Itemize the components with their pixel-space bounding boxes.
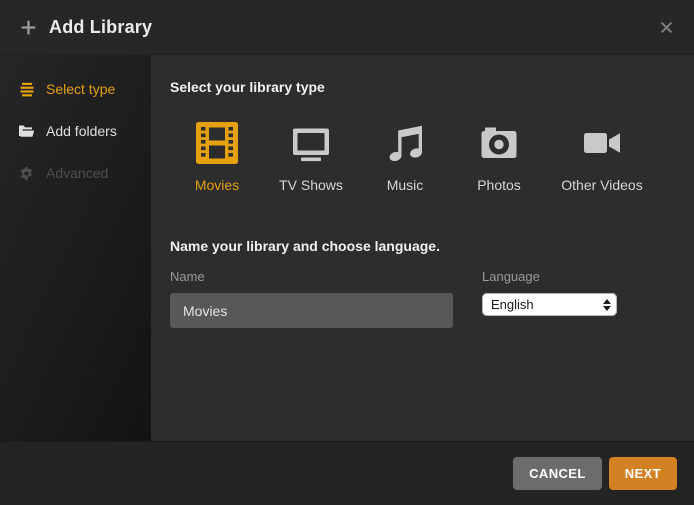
close-icon[interactable]: [659, 20, 674, 35]
type-option-label: TV Shows: [279, 177, 343, 193]
language-select[interactable]: English: [482, 293, 617, 316]
library-name-input[interactable]: [170, 293, 453, 328]
dialog-footer: CANCEL NEXT: [0, 441, 694, 505]
type-option-label: Movies: [195, 177, 239, 193]
type-option-label: Other Videos: [561, 177, 642, 193]
name-language-heading: Name your library and choose language.: [170, 238, 674, 254]
film-icon: [196, 122, 238, 164]
next-button[interactable]: NEXT: [609, 457, 677, 490]
wizard-steps-sidebar: Select type Add folders Advanced: [0, 55, 151, 441]
type-option-label: Music: [387, 177, 424, 193]
folder-icon: [18, 124, 35, 139]
dialog-title: Add Library: [49, 17, 152, 38]
language-selected-value: English: [491, 297, 603, 312]
sidebar-item-add-folders[interactable]: Add folders: [0, 110, 151, 152]
name-label: Name: [170, 269, 453, 284]
gear-icon: [18, 166, 35, 181]
sidebar-item-label: Advanced: [46, 165, 108, 181]
type-option-label: Photos: [477, 177, 521, 193]
add-library-dialog: Add Library Select type: [0, 0, 694, 505]
music-note-icon: [384, 122, 426, 164]
select-type-panel: Select your library type: [151, 55, 694, 441]
language-label: Language: [482, 269, 617, 284]
tv-icon: [290, 122, 332, 164]
type-option-other-videos[interactable]: Other Videos: [546, 122, 658, 193]
sidebar-item-label: Select type: [46, 81, 115, 97]
library-type-options: Movies TV Shows: [170, 122, 674, 193]
name-field-group: Name: [170, 269, 453, 328]
sidebar-item-select-type[interactable]: Select type: [0, 68, 151, 110]
type-option-movies[interactable]: Movies: [170, 122, 264, 193]
sidebar-item-advanced[interactable]: Advanced: [0, 152, 151, 194]
select-stepper-icon: [603, 299, 611, 311]
library-type-heading: Select your library type: [170, 79, 674, 95]
name-language-form: Name Language English: [170, 269, 674, 328]
list-lines-icon: [18, 81, 35, 97]
dialog-body: Select type Add folders Advanced: [0, 55, 694, 441]
cancel-button[interactable]: CANCEL: [513, 457, 602, 490]
language-field-group: Language English: [482, 269, 617, 328]
type-option-music[interactable]: Music: [358, 122, 452, 193]
dialog-header: Add Library: [0, 0, 694, 55]
camera-icon: [478, 122, 520, 164]
video-camera-icon: [581, 122, 623, 164]
type-option-tv-shows[interactable]: TV Shows: [264, 122, 358, 193]
type-option-photos[interactable]: Photos: [452, 122, 546, 193]
plus-icon: [20, 19, 37, 36]
sidebar-item-label: Add folders: [46, 123, 117, 139]
